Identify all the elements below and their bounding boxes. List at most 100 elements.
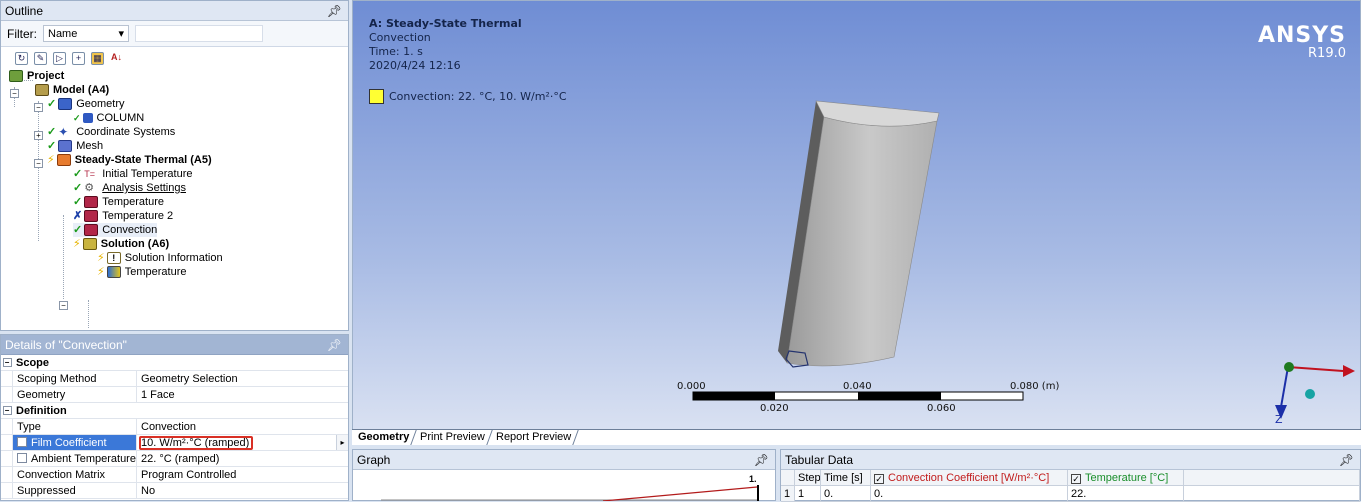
graph-plot[interactable] <box>353 471 777 501</box>
tree-item-label: Convection <box>102 224 158 236</box>
tree-item-coordinate-systems[interactable]: ✓ ✦ Coordinate Systems <box>47 125 175 139</box>
tree-item-label: Model (A4) <box>53 84 110 96</box>
tag-icon[interactable]: ✎ <box>34 51 47 65</box>
collapse-icon[interactable]: − <box>34 159 43 168</box>
tab-label: Report Preview <box>496 431 572 443</box>
check-icon: ✓ <box>73 224 83 236</box>
lightning-icon: ⚡︎ <box>97 266 105 278</box>
viewport-tabs: Geometry Print Preview Report Preview <box>351 429 1361 445</box>
folder-icon[interactable]: ▦ <box>91 51 104 65</box>
group-scope[interactable]: − Scope <box>1 355 348 371</box>
detail-row-film-coefficient[interactable]: Film Coefficient 10. W/m²·°C (ramped) ▸ <box>1 435 348 451</box>
tree-item-steady-state-thermal[interactable]: ⚡︎ Steady-State Thermal (A5) <box>47 153 212 167</box>
tab-print-preview[interactable]: Print Preview <box>413 430 493 445</box>
detail-value[interactable]: Geometry Selection <box>137 371 348 386</box>
table-cell[interactable]: 0. <box>821 486 871 502</box>
tree-item-label: Project <box>27 70 65 82</box>
detail-key: Convection Matrix <box>13 467 137 482</box>
refresh-icon[interactable]: ↻ <box>15 51 28 65</box>
tab-label: Print Preview <box>420 431 486 443</box>
table-header-temperature[interactable]: ✓ Temperature [°C] <box>1068 470 1184 486</box>
collapse-icon[interactable]: − <box>34 103 43 112</box>
collapse-icon[interactable]: − <box>2 406 12 415</box>
tab-report-preview[interactable]: Report Preview <box>489 430 580 445</box>
tree-item-model[interactable]: Model (A4) <box>35 83 109 97</box>
parameter-checkbox[interactable] <box>17 453 27 463</box>
tree-item-analysis-settings[interactable]: ✓ ⚙ Analysis Settings <box>73 181 186 195</box>
collapse-icon[interactable]: − <box>59 301 68 310</box>
detail-value-film-coefficient[interactable]: 10. W/m²·°C (ramped) ▸ <box>137 435 348 450</box>
detail-row-geometry[interactable]: Geometry 1 Face <box>1 387 348 403</box>
tree-item-temperature[interactable]: ✓ Temperature <box>73 195 164 209</box>
group-definition[interactable]: − Definition <box>1 403 348 419</box>
tree-item-mesh[interactable]: ✓ Mesh <box>47 139 103 153</box>
detail-key: Suppressed <box>13 483 137 498</box>
table-cell[interactable]: 1 <box>795 486 821 502</box>
expand-icon[interactable]: + <box>34 131 43 140</box>
triad-iso-ball[interactable] <box>1305 389 1315 399</box>
detail-row-type[interactable]: Type Convection <box>1 419 348 435</box>
tree-expand-icon[interactable]: ▷ <box>53 51 66 65</box>
tree-item-solution[interactable]: ⚡︎ Solution (A6) <box>73 237 169 251</box>
tree-item-solution-information[interactable]: ⚡︎ ! Solution Information <box>97 251 223 265</box>
detail-row-scoping-method[interactable]: Scoping Method Geometry Selection <box>1 371 348 387</box>
check-icon[interactable]: ✓ <box>1071 474 1081 484</box>
sort-az-icon[interactable]: A↓ <box>110 52 123 65</box>
tree-item-project[interactable]: Project <box>9 69 64 83</box>
filter-label: Filter: <box>7 26 37 41</box>
table-cell: 1 <box>781 486 795 502</box>
detail-row-convection-matrix[interactable]: Convection Matrix Program Controlled <box>1 467 348 483</box>
geometry-icon <box>58 98 73 110</box>
coordinate-system-icon: ✦ <box>58 125 69 139</box>
check-icon[interactable]: ✓ <box>874 474 884 484</box>
table-header: Steps <box>795 470 821 486</box>
table-header <box>781 470 795 486</box>
detail-value[interactable]: Convection <box>137 419 348 434</box>
tree-item-solution-temperature[interactable]: ⚡︎ Temperature <box>97 265 187 279</box>
table-cell[interactable]: 22. <box>1068 486 1184 502</box>
tree-item-column[interactable]: ✓ COLUMN <box>73 111 144 125</box>
plus-icon[interactable]: + <box>72 51 85 65</box>
tab-geometry[interactable]: Geometry <box>351 430 418 445</box>
table-cell[interactable]: 0. <box>871 486 1068 502</box>
solution-icon <box>82 238 97 250</box>
detail-row-ambient-temperature[interactable]: Ambient Temperature 22. °C (ramped) <box>1 451 348 467</box>
tree-item-label: Temperature <box>124 266 187 278</box>
tree-item-convection[interactable]: ✓ Convection <box>73 223 158 237</box>
detail-row-suppressed[interactable]: Suppressed No <box>1 483 348 499</box>
collapse-icon[interactable]: − <box>2 358 12 367</box>
body-icon <box>82 113 93 123</box>
scale-label: 0.040 <box>843 381 872 392</box>
tree-item-geometry[interactable]: ✓ Geometry <box>47 97 125 111</box>
tabular-table: Steps Time [s] ✓ Convection Coefficient [… <box>781 470 1360 502</box>
detail-value[interactable]: 1 Face <box>137 387 348 402</box>
filter-select-value: Name <box>48 27 78 40</box>
dropdown-arrow-icon[interactable]: ▸ <box>336 435 348 450</box>
detail-value[interactable]: 22. °C (ramped) <box>137 451 348 466</box>
pin-icon[interactable]: 📌︎ <box>1339 450 1354 469</box>
pin-icon[interactable]: 📌︎ <box>754 450 769 469</box>
tree-item-label: Geometry <box>76 98 125 110</box>
graph-series-line <box>602 486 758 501</box>
info-icon: ! <box>106 252 121 264</box>
tree-item-initial-temperature[interactable]: ✓ T= Initial Temperature <box>73 167 193 181</box>
graphics-viewport[interactable]: A: Steady-State Thermal Convection Time:… <box>352 0 1361 430</box>
detail-value[interactable]: Program Controlled <box>137 467 348 482</box>
detail-key: Geometry <box>13 387 137 402</box>
pin-icon[interactable]: 📌︎ <box>327 1 342 20</box>
model-view[interactable] <box>353 1 1361 430</box>
x-icon: ✗ <box>73 210 83 222</box>
filter-input[interactable] <box>135 25 263 42</box>
check-icon: ✓ <box>73 196 83 208</box>
check-icon: ✓ <box>73 113 81 123</box>
tree-item-temperature-2[interactable]: ✗ Temperature 2 <box>73 209 173 223</box>
pin-icon[interactable]: 📌︎ <box>327 335 342 354</box>
check-icon: ✓ <box>47 140 57 152</box>
collapse-icon[interactable]: − <box>10 89 19 98</box>
detail-key-film-coefficient: Film Coefficient <box>13 435 137 450</box>
detail-value[interactable]: No <box>137 483 348 498</box>
parameter-checkbox[interactable] <box>17 437 27 447</box>
filter-select[interactable]: Name ▾ <box>43 25 129 42</box>
table-header-convection[interactable]: ✓ Convection Coefficient [W/m²·°C] <box>871 470 1068 486</box>
group-label: Definition <box>16 405 67 417</box>
